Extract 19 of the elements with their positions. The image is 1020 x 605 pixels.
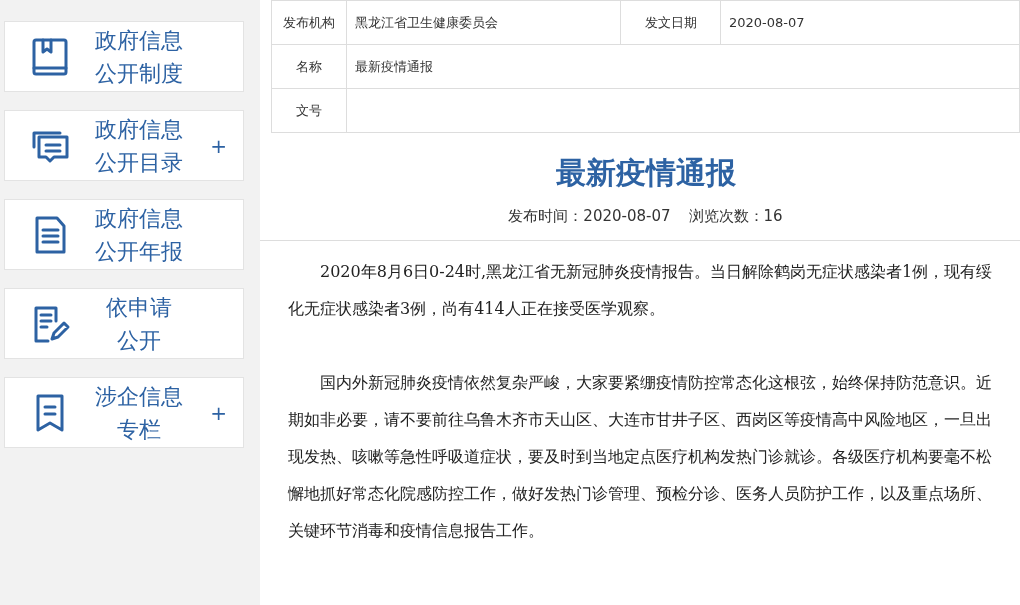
article-meta: 浏览次数：16 xyxy=(688,206,783,227)
article-paragraph: 2020年8月6日0-24时,黑龙江省无新冠肺炎疫情报告。当日解除鹤岗无症状感染者1例，现有绥化无症状感染者3例，尚有414人正在接受医学观察。 xyxy=(288,260,994,320)
sidebar-item[interactable]: 政府信息 公开年报 xyxy=(4,199,244,270)
field-label: 名称 xyxy=(271,44,347,89)
field-label: 发布机构 xyxy=(271,0,347,45)
sidebar-item[interactable]: 政府信息 公开目录 + xyxy=(4,110,244,181)
field-value: 2020-08-07 xyxy=(720,0,1020,45)
expand-icon[interactable]: + xyxy=(210,397,227,428)
article-title: 最新疫情通报 xyxy=(554,155,737,191)
sidebar-item[interactable]: 依申请 公开 xyxy=(4,288,244,359)
sidebar-item[interactable]: 涉企信息 专栏 + xyxy=(4,377,244,448)
expand-icon[interactable]: + xyxy=(210,130,227,161)
article-paragraph: 国内外新冠肺炎疫情依然复杂严峻，大家要紧绷疫情防控常态化这根弦，始终保持防范意识。近期如非必要，请不要前往乌鲁木齐市天山区、大连市甘井子区、西岗区等疫情高中风险地区，一旦出现发热、咳嗽等急性呼吸道症状，要及时到当地定点医疗机构发热门诊就诊。各级医疗机构要毫不松懈地抓好常态化院感防控工作，做好发热门诊管理、预检分诊、医务人员防护工作，以及重点场所、关键环节消毒和疫情信息报告工作。 xyxy=(288,371,993,542)
field-label: 文号 xyxy=(271,88,347,133)
field-value: 最新疫情通报 xyxy=(346,44,1020,89)
field-value: 黑龙江省卫生健康委员会 xyxy=(346,0,621,45)
sidebar-item[interactable]: 政府信息 公开制度 xyxy=(4,21,244,92)
article-meta: 发布时间：2020-08-07 xyxy=(508,206,671,227)
field-label: 发文日期 xyxy=(620,0,721,45)
